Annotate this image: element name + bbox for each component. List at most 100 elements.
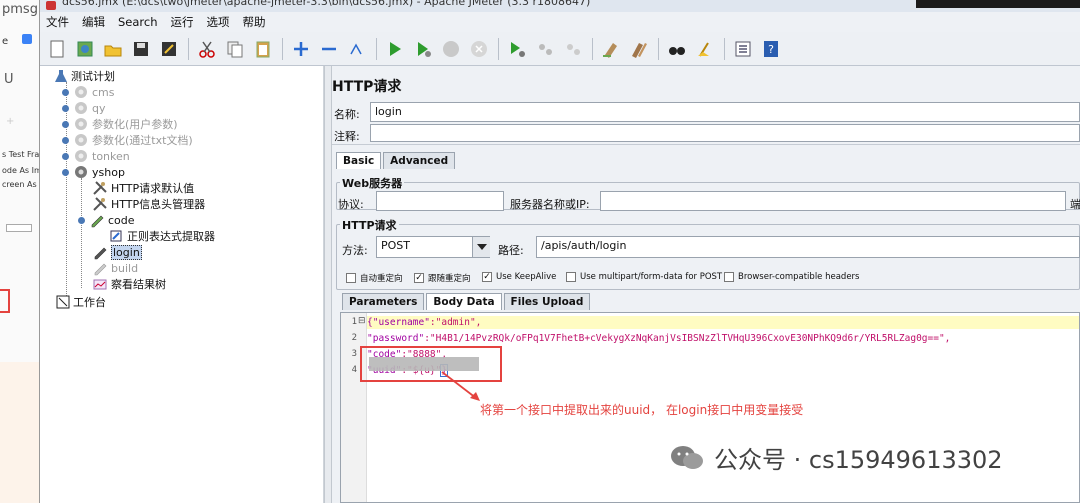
panel-splitter[interactable] <box>324 66 332 503</box>
tree-item-build[interactable]: build <box>92 260 138 276</box>
tree-item-qy[interactable]: qy <box>62 100 106 116</box>
tree-item-tonken[interactable]: tonken <box>62 148 130 164</box>
tree-item-label: 参数化(通过txt文档) <box>92 134 193 147</box>
templates-icon[interactable] <box>74 38 96 60</box>
collapse-icon[interactable] <box>318 38 340 60</box>
tree-item-label: qy <box>92 101 106 115</box>
start-no-pause-icon[interactable] <box>412 38 434 60</box>
tree-item-yshop[interactable]: yshop <box>62 164 125 180</box>
tree-item-header-manager[interactable]: HTTP信息头管理器 <box>92 196 205 212</box>
expand-icon[interactable] <box>290 38 312 60</box>
remote-start-icon[interactable] <box>506 38 528 60</box>
bg-app-icon <box>22 34 32 44</box>
comment-field[interactable] <box>370 124 1080 142</box>
copy-icon[interactable] <box>224 38 246 60</box>
tab-advanced[interactable]: Advanced <box>383 152 456 169</box>
checkbox-multipart[interactable]: Use multipart/form-data for POST <box>566 272 722 282</box>
json-key: {"username" <box>367 317 430 328</box>
menu-edit[interactable]: 编辑 <box>82 14 105 30</box>
remote-shutdown-icon[interactable] <box>562 38 584 60</box>
fold-toggle-icon[interactable]: ⊟ <box>358 316 366 326</box>
tab-body-data[interactable]: Body Data <box>426 293 502 310</box>
checkbox-box <box>346 273 356 283</box>
tree-item-regex-extractor[interactable]: 正则表达式提取器 <box>108 228 215 244</box>
annotation-arrow-icon <box>441 371 480 401</box>
clear-all-icon[interactable] <box>628 38 650 60</box>
wechat-icon <box>670 444 704 472</box>
server-field[interactable] <box>600 191 1066 211</box>
menu-help[interactable]: 帮助 <box>243 14 266 30</box>
annotation-text: 将第一个接口中提取出来的uuid， 在login接口中用变量接受 <box>480 403 804 417</box>
checkbox-label: 自动重定向 <box>360 274 403 284</box>
remote-stop-icon[interactable] <box>534 38 556 60</box>
tab-files-upload[interactable]: Files Upload <box>503 293 591 310</box>
screenshot-root: pmsg e U + s Test Fragn ode As Imag cree… <box>0 0 1080 503</box>
tree-item-user-params[interactable]: 参数化(用户参数) <box>62 116 178 132</box>
reset-search-icon[interactable] <box>694 38 716 60</box>
start-icon[interactable] <box>384 38 406 60</box>
bg-fragment-test: s Test Fragn <box>2 150 40 159</box>
menu-run[interactable]: 运行 <box>171 14 194 30</box>
tree-item-http-defaults[interactable]: HTTP请求默认值 <box>92 180 194 196</box>
checkbox-label: Use multipart/form-data for POST <box>580 272 723 282</box>
cut-icon[interactable] <box>196 38 218 60</box>
new-icon[interactable] <box>46 38 68 60</box>
toolbar: ? <box>40 32 1080 66</box>
line-number: 4 <box>351 365 357 375</box>
function-helper-icon[interactable] <box>732 38 754 60</box>
tree-item-label: tonken <box>92 149 130 163</box>
clear-icon[interactable] <box>600 38 622 60</box>
shutdown-icon[interactable] <box>468 38 490 60</box>
sampler-pen-icon <box>94 263 107 276</box>
tree-item-login[interactable]: login <box>92 244 142 260</box>
checkbox-browser-headers[interactable]: Browser-compatible headers <box>724 272 859 282</box>
menu-search[interactable]: Search <box>118 15 158 29</box>
tab-parameters[interactable]: Parameters <box>342 293 425 310</box>
tree-root-label: 测试计划 <box>71 70 115 83</box>
help-icon[interactable]: ? <box>760 38 782 60</box>
tree-workbench[interactable]: 工作台 <box>46 294 106 310</box>
tree-item-cms[interactable]: cms <box>62 84 115 100</box>
checkbox-box <box>724 272 734 282</box>
save-icon[interactable] <box>130 38 152 60</box>
menu-options[interactable]: 选项 <box>207 14 230 30</box>
checkbox-follow-redirect[interactable]: ✓ 跟随重定向 <box>414 272 471 284</box>
tree-root[interactable]: 测试计划 <box>46 68 115 84</box>
menu-bar: 文件 编辑 Search 运行 选项 帮助 <box>40 12 1080 32</box>
bg-red-highlight <box>0 289 10 313</box>
stop-icon[interactable] <box>440 38 462 60</box>
paste-icon[interactable] <box>252 38 274 60</box>
wrench-icon <box>93 181 107 195</box>
thread-group-icon <box>75 150 87 162</box>
tree-item-label: code <box>108 213 135 227</box>
tab-basic[interactable]: Basic <box>336 152 382 169</box>
menu-file[interactable]: 文件 <box>46 14 69 30</box>
checkbox-box <box>566 272 576 282</box>
tree-workbench-label: 工作台 <box>73 296 106 309</box>
method-label: 方法: <box>342 244 368 257</box>
tree-item-results-tree[interactable]: 察看结果树 <box>92 276 166 292</box>
tree-item-txt-params[interactable]: 参数化(通过txt文档) <box>62 132 193 148</box>
search-icon[interactable] <box>666 38 688 60</box>
tree-item-label: 参数化(用户参数) <box>92 118 178 131</box>
bg-fragment-screen: creen As Im <box>2 180 39 189</box>
bg-fragment-pmsg: pmsg <box>2 2 38 17</box>
http-request-group-title: HTTP请求 <box>340 217 399 233</box>
watermark: 公众号 · cs15949613302 <box>670 440 1003 475</box>
window-title: dcs56.jmx (E:\dcs\two\jmeter\apache-jmet… <box>62 0 591 8</box>
checkbox-box: ✓ <box>414 273 424 283</box>
bg-fragment-code: ode As Imag <box>2 166 39 175</box>
chevron-down-icon[interactable] <box>472 237 490 257</box>
toggle-icon[interactable] <box>346 38 368 60</box>
checkbox-auto-redirect[interactable]: 自动重定向 <box>346 272 403 284</box>
path-field[interactable]: /apis/auth/login <box>536 236 1080 258</box>
tree-item-code[interactable]: code <box>78 212 135 228</box>
flask-icon <box>55 70 67 82</box>
protocol-field[interactable] <box>376 191 504 211</box>
save-as-icon[interactable] <box>158 38 180 60</box>
checkbox-keepalive[interactable]: ✓ Use KeepAlive <box>482 272 556 282</box>
json-key: "password" <box>367 333 425 344</box>
name-field[interactable]: login <box>370 102 1080 122</box>
open-icon[interactable] <box>102 38 124 60</box>
http-request-panel: HTTP请求 名称: login 注释: Basic Advanced Web服… <box>332 66 1080 503</box>
